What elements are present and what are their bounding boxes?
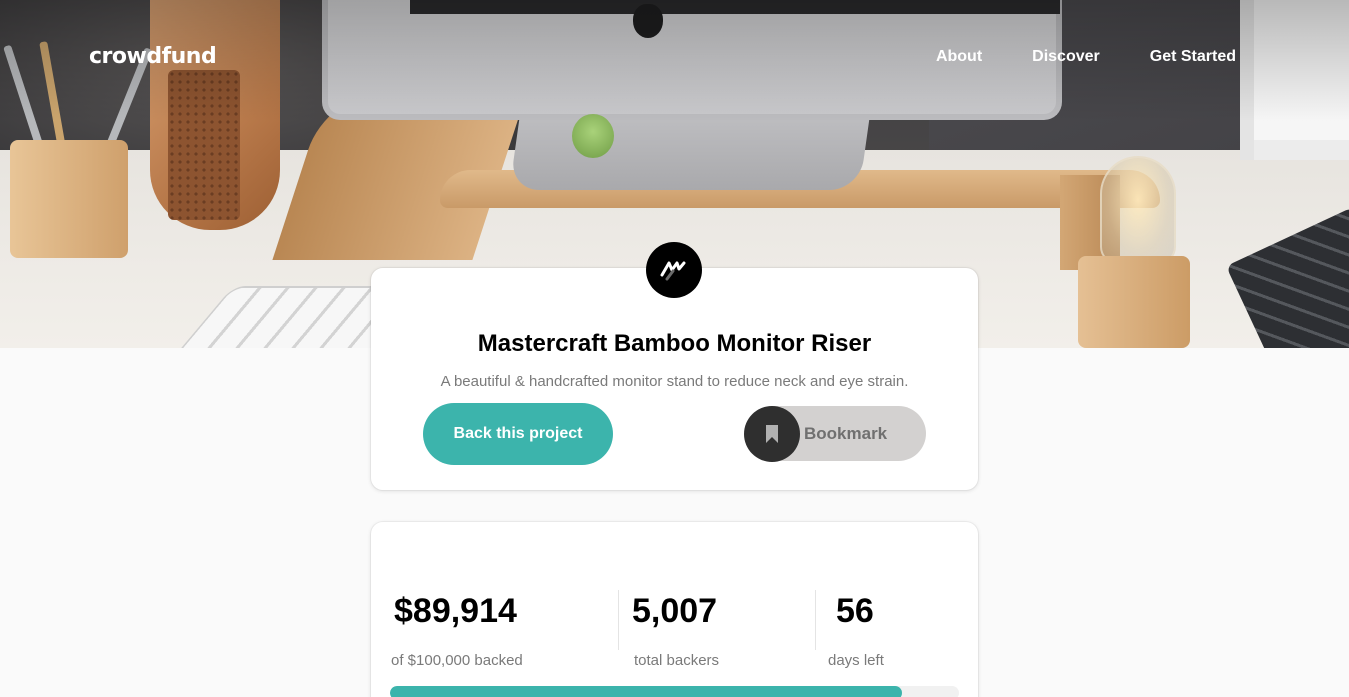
- stat-divider: [815, 590, 816, 650]
- stat-divider: [618, 590, 619, 650]
- stat-total-backers: 5,007: [632, 592, 718, 630]
- site-logo[interactable]: crowdfund: [89, 44, 217, 69]
- stat-total-backers-label: total backers: [634, 652, 720, 669]
- nav-about[interactable]: About: [936, 48, 982, 66]
- back-project-label: Back this project: [453, 425, 583, 442]
- funding-progress-bar: [390, 686, 959, 697]
- mastercraft-logo-icon: [646, 242, 702, 298]
- stat-backed-label: of $100,000 backed: [391, 652, 523, 669]
- project-title: Mastercraft Bamboo Monitor Riser: [477, 330, 872, 357]
- bookmark-button[interactable]: Bookmark: [744, 405, 926, 462]
- nav-get-started[interactable]: Get Started: [1150, 48, 1236, 66]
- main-nav: About Discover Get Started: [936, 48, 1236, 66]
- project-description: A beautiful & handcrafted monitor stand …: [440, 373, 909, 390]
- bookmark-label: Bookmark: [804, 423, 888, 443]
- back-project-button[interactable]: Back this project: [423, 403, 613, 465]
- bookmark-icon: [744, 405, 800, 462]
- nav-discover[interactable]: Discover: [1032, 48, 1100, 66]
- stat-days-left: 56: [836, 592, 874, 630]
- stat-backed-amount: $89,914: [394, 592, 517, 630]
- funding-progress-fill: [390, 686, 902, 697]
- stat-days-left-label: days left: [828, 652, 884, 669]
